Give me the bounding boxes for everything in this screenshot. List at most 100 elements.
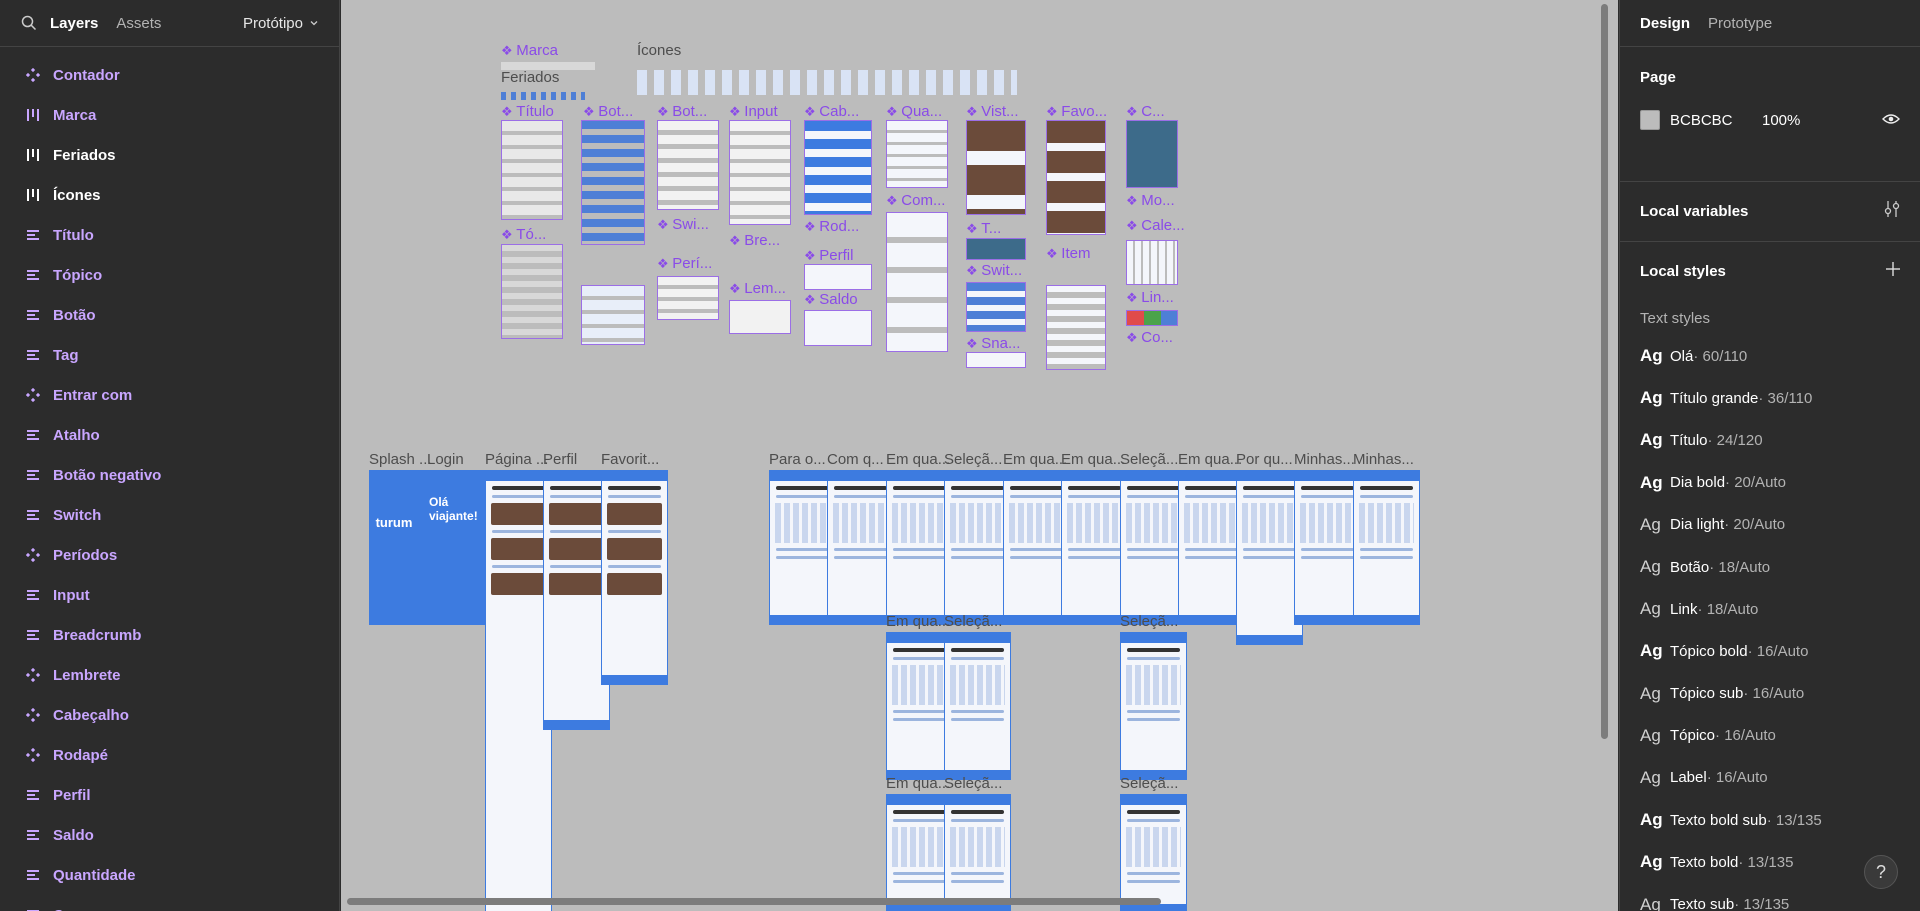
- frame-thumbnail[interactable]: [1120, 794, 1187, 911]
- canvas-component-lem[interactable]: Lem...: [729, 280, 786, 297]
- frame-thumbnail[interactable]: [1178, 470, 1245, 625]
- frame-thumbnail[interactable]: [1236, 470, 1303, 645]
- frame-thumbnail[interactable]: [1061, 470, 1128, 625]
- canvas[interactable]: Marca Feriados Ícones Título Bot... Bot.…: [341, 0, 1618, 911]
- horizontal-scrollbar[interactable]: [347, 898, 1161, 905]
- canvas-component-qua[interactable]: Qua...: [886, 103, 942, 120]
- frame-label[interactable]: Favorit...: [601, 451, 659, 468]
- layer-item[interactable]: Ícones: [0, 175, 339, 215]
- canvas-label-feriados[interactable]: Feriados: [501, 69, 559, 86]
- frame-thumbnail[interactable]: [1294, 470, 1361, 625]
- text-style-item[interactable]: Ag Dia bold · 20/Auto: [1640, 462, 1900, 504]
- canvas-component-swi2[interactable]: Swit...: [966, 262, 1022, 279]
- frame-thumbnail[interactable]: [369, 470, 436, 625]
- text-style-item[interactable]: Ag Título grande · 36/110: [1640, 377, 1900, 419]
- layer-item[interactable]: Tópico: [0, 255, 339, 295]
- eye-icon[interactable]: [1882, 112, 1900, 129]
- text-style-item[interactable]: Ag Olá · 60/110: [1640, 335, 1900, 377]
- tab-design[interactable]: Design: [1640, 15, 1690, 32]
- frame-thumbnail[interactable]: [601, 470, 668, 685]
- frame-thumbnail[interactable]: [944, 794, 1011, 911]
- text-style-item[interactable]: Ag Texto bold sub · 13/135: [1640, 799, 1900, 841]
- canvas-component-c1[interactable]: C...: [1126, 103, 1164, 120]
- layer-item[interactable]: Contador: [0, 55, 339, 95]
- text-style-item[interactable]: Ag Label · 16/Auto: [1640, 757, 1900, 799]
- plus-icon[interactable]: [1886, 262, 1900, 281]
- frame-label[interactable]: Em qua...: [1178, 451, 1242, 468]
- frame-label[interactable]: Seleçã...: [944, 451, 1002, 468]
- frame-label[interactable]: Com q...: [827, 451, 884, 468]
- canvas-component-titulo[interactable]: Título: [501, 103, 554, 120]
- frame-thumbnail[interactable]: [769, 470, 836, 625]
- frame-label[interactable]: Em qua...: [886, 613, 950, 630]
- canvas-component-com[interactable]: Com...: [886, 192, 945, 209]
- frame-label[interactable]: Seleçã...: [944, 775, 1002, 792]
- canvas-component-bre[interactable]: Bre...: [729, 232, 780, 249]
- canvas-component-co[interactable]: Co...: [1126, 329, 1173, 346]
- text-style-item[interactable]: Ag Dia light · 20/Auto: [1640, 504, 1900, 546]
- frame-thumbnail[interactable]: [827, 470, 894, 625]
- canvas-component-sna[interactable]: Sna...: [966, 335, 1020, 352]
- layer-item[interactable]: Lembrete: [0, 655, 339, 695]
- frame-label[interactable]: Seleçã...: [1120, 451, 1178, 468]
- frame-thumbnail[interactable]: [427, 470, 494, 625]
- layer-item[interactable]: Botão negativo: [0, 455, 339, 495]
- frame-thumbnail[interactable]: [886, 794, 953, 911]
- frame-label[interactable]: Para o...: [769, 451, 826, 468]
- frame-label[interactable]: Em qua...: [1061, 451, 1125, 468]
- layer-item[interactable]: Saldo: [0, 815, 339, 855]
- frame-label[interactable]: Perfil: [543, 451, 577, 468]
- frame-thumbnail[interactable]: [944, 470, 1011, 625]
- frame-label[interactable]: Em qua...: [1003, 451, 1067, 468]
- frame-label[interactable]: Por qu...: [1236, 451, 1293, 468]
- tab-layers[interactable]: Layers: [50, 15, 98, 32]
- page-selector[interactable]: Protótipo: [243, 15, 319, 32]
- layer-item[interactable]: Quantidade: [0, 855, 339, 895]
- canvas-component-swi[interactable]: Swi...: [657, 216, 709, 233]
- canvas-component-bot2[interactable]: Bot...: [657, 103, 707, 120]
- layer-item[interactable]: Feriados: [0, 135, 339, 175]
- page-opacity[interactable]: 100%: [1762, 112, 1800, 129]
- layer-item[interactable]: Períodos: [0, 535, 339, 575]
- page-color-hex[interactable]: BCBCBC: [1670, 112, 1762, 129]
- frame-label[interactable]: Login: [427, 451, 464, 468]
- canvas-label-icones[interactable]: Ícones: [637, 42, 681, 59]
- layer-item[interactable]: Entrar com: [0, 375, 339, 415]
- frame-label[interactable]: Minhas...: [1353, 451, 1414, 468]
- text-style-item[interactable]: Ag Texto bold · 13/135: [1640, 841, 1900, 883]
- layer-item[interactable]: Cabeçalho: [0, 695, 339, 735]
- canvas-component-cale[interactable]: Cale...: [1126, 217, 1184, 234]
- canvas-component-vist[interactable]: Vist...: [966, 103, 1018, 120]
- layer-item[interactable]: Perfil: [0, 775, 339, 815]
- search-icon[interactable]: [20, 14, 38, 32]
- variables-settings-icon[interactable]: [1884, 200, 1900, 223]
- frame-label[interactable]: Em qua...: [886, 775, 950, 792]
- text-style-item[interactable]: Ag Link · 18/Auto: [1640, 588, 1900, 630]
- frame-thumbnail[interactable]: [944, 632, 1011, 780]
- vertical-scrollbar[interactable]: [1601, 4, 1608, 739]
- layer-item[interactable]: Título: [0, 215, 339, 255]
- frame-label[interactable]: Seleçã...: [1120, 775, 1178, 792]
- canvas-component-topico[interactable]: Tó...: [501, 226, 546, 243]
- frame-thumbnail[interactable]: [886, 470, 953, 625]
- text-style-item[interactable]: Ag Tópico · 16/Auto: [1640, 715, 1900, 757]
- text-style-item[interactable]: Ag Texto sub · 13/135: [1640, 883, 1900, 911]
- frame-thumbnail[interactable]: [1003, 470, 1070, 625]
- canvas-component-t[interactable]: T...: [966, 220, 1001, 237]
- canvas-component-peri[interactable]: Perí...: [657, 255, 712, 272]
- layer-item[interactable]: Input: [0, 575, 339, 615]
- canvas-component-marca[interactable]: Marca: [501, 42, 558, 59]
- frame-label[interactable]: Em qua...: [886, 451, 950, 468]
- text-style-item[interactable]: Ag Título · 24/120: [1640, 419, 1900, 461]
- text-style-item[interactable]: Ag Tópico sub · 16/Auto: [1640, 673, 1900, 715]
- frame-label[interactable]: Minhas...: [1294, 451, 1355, 468]
- canvas-component-input[interactable]: Input: [729, 103, 777, 120]
- frame-label[interactable]: Seleçã...: [1120, 613, 1178, 630]
- layer-item[interactable]: Marca: [0, 95, 339, 135]
- tab-prototype[interactable]: Prototype: [1708, 15, 1772, 32]
- canvas-component-lin[interactable]: Lin...: [1126, 289, 1174, 306]
- local-variables-section[interactable]: Local variables: [1620, 182, 1920, 242]
- canvas-component-bot1[interactable]: Bot...: [583, 103, 633, 120]
- frame-label[interactable]: Página ...: [485, 451, 548, 468]
- canvas-component-rod[interactable]: Rod...: [804, 218, 859, 235]
